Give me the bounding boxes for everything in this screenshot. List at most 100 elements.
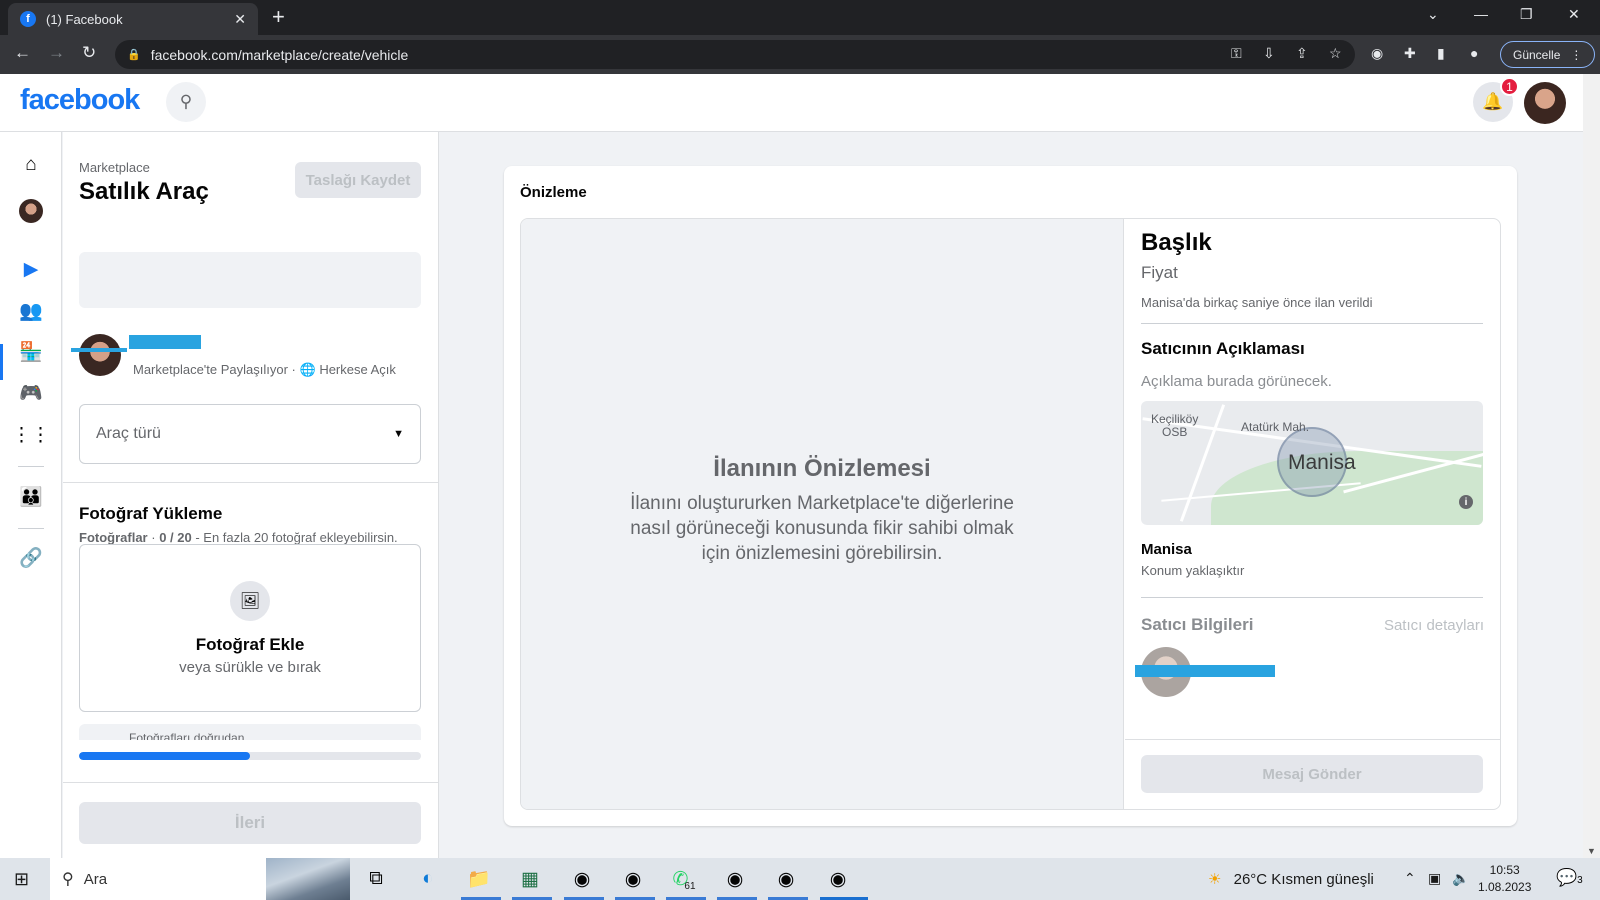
chrome-icon[interactable]: ◉ <box>820 864 856 894</box>
drag-drop-label: veya sürükle ve bırak <box>179 659 321 676</box>
notification-center-icon[interactable]: 💬3 <box>1556 868 1583 888</box>
globe-icon: 🌐 <box>299 362 316 377</box>
watch-video-icon[interactable]: ▶ <box>16 254 46 284</box>
menu-grid-icon[interactable]: ⋮⋮ <box>12 420 50 450</box>
file-explorer-icon[interactable]: 📁 <box>461 864 497 894</box>
forward-icon[interactable]: → <box>48 43 65 63</box>
location-map: Keçiliköy OSB Atatürk Mah. Manisa i <box>1141 401 1483 525</box>
install-icon[interactable]: ⇩ <box>1263 45 1275 62</box>
network-icon[interactable]: ▣ <box>1428 870 1441 887</box>
vehicle-type-select[interactable]: Araç türü ▼ <box>79 404 421 464</box>
preview-frame: İlanının Önizlemesi İlanını oluştururken… <box>520 218 1501 810</box>
preview-details: Başlık Fiyat Manisa'da birkaç saniye önc… <box>1125 219 1500 809</box>
gaming-controller-icon[interactable]: 🎮 <box>16 378 46 408</box>
share-icon[interactable]: ⇪ <box>1296 45 1308 62</box>
weather-widget[interactable]: ☀ 26°C Kısmen güneşli <box>1208 870 1374 888</box>
account-avatar[interactable] <box>1524 82 1566 124</box>
update-button[interactable]: Güncelle ⋮ <box>1500 41 1596 68</box>
marketplace-store-icon[interactable]: 🏪 <box>16 337 46 367</box>
listing-price: Fiyat <box>1141 263 1178 282</box>
tab-title: (1) Facebook <box>46 11 123 27</box>
key-icon[interactable]: ⚿ <box>1231 45 1242 62</box>
preview-title: Önizleme <box>520 184 587 201</box>
chrome-icon[interactable]: ◉ <box>717 864 753 894</box>
location-name: Manisa <box>1141 541 1192 558</box>
volume-icon[interactable]: 🔈 <box>1452 870 1469 887</box>
details-divider <box>1141 597 1483 598</box>
send-message-button: Mesaj Gönder <box>1141 755 1483 793</box>
reload-icon[interactable]: ↻ <box>82 43 96 63</box>
chrome-icon[interactable]: ◉ <box>615 864 651 894</box>
minimize-icon[interactable]: — <box>1474 6 1488 22</box>
photo-upload-dropzone[interactable]: 🖼 Fotoğraf Ekle veya sürükle ve bırak <box>79 544 421 712</box>
search-highlight-image <box>266 858 350 900</box>
save-draft-button[interactable]: Taslağı Kaydet <box>295 162 421 198</box>
excel-icon[interactable]: ▦ <box>512 864 548 894</box>
details-divider <box>1141 323 1483 324</box>
location-approx-note: Konum yaklaşıktır <box>1141 563 1245 578</box>
address-bar[interactable]: 🔒 facebook.com/marketplace/create/vehicl… <box>115 40 1355 69</box>
tray-chevron-icon[interactable]: ⌃ <box>1404 870 1416 887</box>
active-indicator <box>0 344 3 380</box>
whatsapp-badge: 61 <box>684 880 696 892</box>
form-progress-bar <box>79 752 421 760</box>
url-text: facebook.com/marketplace/create/vehicle <box>150 46 409 63</box>
redacted-username <box>71 348 127 352</box>
chrome-icon[interactable]: ◉ <box>564 864 600 894</box>
system-clock[interactable]: 10:53 1.08.2023 <box>1478 862 1531 896</box>
page-scrollbar[interactable]: ▼ <box>1583 74 1600 858</box>
browser-tab[interactable]: f (1) Facebook ✕ <box>8 3 258 35</box>
side-panel-icon[interactable]: ▮ <box>1437 45 1445 62</box>
preview-card: Önizleme İlanının Önizlemesi İlanını olu… <box>504 166 1517 826</box>
rail-divider <box>18 466 44 467</box>
progress-fill <box>79 752 250 760</box>
scroll-down-icon[interactable]: ▼ <box>1587 846 1596 856</box>
add-photo-icon: 🖼 <box>230 581 270 621</box>
facebook-logo[interactable]: facebook <box>20 84 140 117</box>
profile-avatar-icon[interactable] <box>16 196 46 226</box>
seller-description-title: Satıcının Açıklaması <box>1141 339 1305 358</box>
redacted-username <box>129 335 201 349</box>
extensions-puzzle-icon[interactable]: ✚ <box>1404 45 1416 62</box>
close-window-icon[interactable]: ✕ <box>1568 6 1580 23</box>
profile-icon[interactable]: ● <box>1470 45 1478 61</box>
breadcrumb[interactable]: Marketplace <box>79 160 150 175</box>
windows-start-icon[interactable]: ⊞ <box>14 869 29 890</box>
task-view-icon[interactable]: ⧉ <box>358 864 394 894</box>
listing-posted-info: Manisa'da birkaç saniye önce ilan verild… <box>1141 295 1373 310</box>
map-info-icon[interactable]: i <box>1459 495 1473 509</box>
cookie-extension-icon[interactable]: ◉ <box>1371 45 1383 62</box>
rail-divider <box>18 528 44 529</box>
taskbar-search[interactable]: ⚲ Ara <box>50 858 266 900</box>
groups-icon[interactable]: 👪 <box>16 482 46 512</box>
section-divider <box>63 782 439 783</box>
tab-search-chevron-icon[interactable]: ⌄ <box>1427 6 1439 23</box>
home-icon[interactable]: ⌂ <box>16 150 46 180</box>
search-icon[interactable]: ⚲ <box>166 82 206 122</box>
close-tab-icon[interactable]: ✕ <box>234 11 246 28</box>
redacted-seller-name <box>1135 665 1275 677</box>
facebook-favicon-icon: f <box>20 11 36 27</box>
whatsapp-icon[interactable]: ✆ 61 <box>666 864 702 894</box>
details-divider <box>1125 739 1500 740</box>
bookmark-star-icon[interactable]: ☆ <box>1329 45 1342 62</box>
seller-details-link: Satıcı detayları <box>1383 617 1484 634</box>
preview-image-area: İlanının Önizlemesi İlanını oluştururken… <box>521 219 1124 809</box>
user-avatar <box>79 334 121 376</box>
restore-icon[interactable]: ❐ <box>1520 6 1533 23</box>
friends-icon[interactable]: 👥 <box>16 296 46 326</box>
map-city-label: Manisa <box>1288 451 1356 474</box>
add-photo-label: Fotoğraf Ekle <box>195 635 305 654</box>
edge-browser-icon[interactable]: ◐ <box>410 864 446 894</box>
dropdown-caret-icon: ▼ <box>393 428 404 440</box>
more-menu-icon[interactable]: ⋮ <box>1570 48 1582 62</box>
lock-icon: 🔒 <box>127 49 141 61</box>
notification-badge: 1 <box>1500 77 1519 96</box>
weather-sun-icon: ☀ <box>1208 871 1222 888</box>
new-tab-icon[interactable]: + <box>272 4 285 30</box>
next-button[interactable]: İleri <box>79 802 421 844</box>
chrome-icon[interactable]: ◉ <box>768 864 804 894</box>
link-icon[interactable]: 🔗 <box>16 543 46 573</box>
direct-photos-notice: Fotoğrafları doğrudan <box>79 724 421 740</box>
back-icon[interactable]: ← <box>14 43 31 63</box>
